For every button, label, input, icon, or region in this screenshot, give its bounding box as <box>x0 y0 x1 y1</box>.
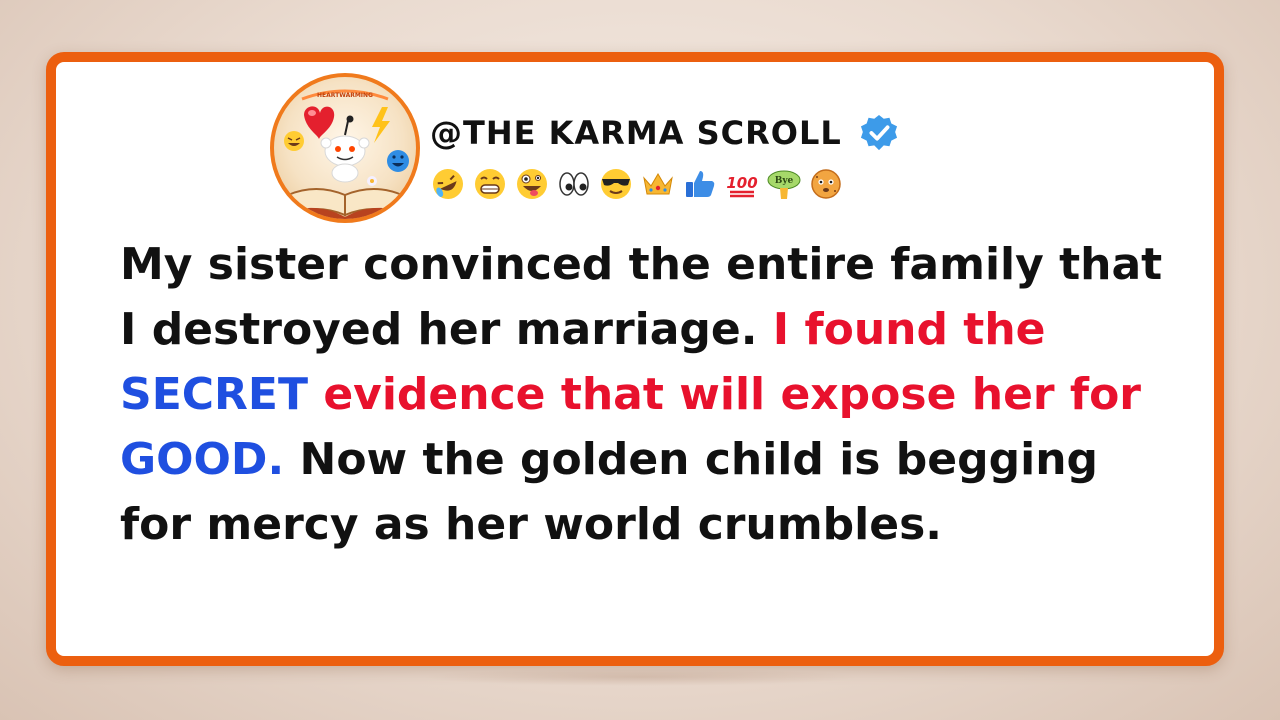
headline-part-2: I found the <box>772 304 1046 355</box>
headline-part-3: SECRET <box>120 369 308 420</box>
headline-part-4: evidence that will expose her for <box>308 369 1141 420</box>
rolling-laughing-emoji-icon <box>433 169 463 199</box>
emoji-strip: 100 Bye <box>430 166 844 202</box>
grinning-teeth-emoji-icon <box>475 169 505 199</box>
cookie-face-emoji-icon <box>811 169 841 199</box>
verified-badge-icon <box>860 114 897 151</box>
sunglasses-face-emoji-icon <box>601 169 631 199</box>
eyes-emoji-icon <box>559 172 589 196</box>
channel-header: @THE KARMA SCROLL <box>430 112 898 154</box>
story-headline: My sister convinced the entire family th… <box>120 232 1180 557</box>
card-shadow <box>420 668 860 686</box>
avatar-banner-text: HEARTWARMING <box>317 92 373 99</box>
svg-text:100: 100 <box>726 174 757 192</box>
hundred-points-emoji-icon: 100 <box>726 174 758 198</box>
thumbs-up-emoji-icon <box>686 171 715 197</box>
channel-handle[interactable]: @THE KARMA SCROLL <box>430 114 842 152</box>
svg-text:Bye: Bye <box>775 176 794 186</box>
headline-part-5: GOOD. <box>120 434 285 485</box>
bye-emoji-icon: Bye <box>767 170 801 199</box>
reddit-mascot-book-icon: HEARTWARMING <box>284 89 409 219</box>
crown-emoji-icon <box>643 173 673 195</box>
zany-face-emoji-icon <box>517 169 547 199</box>
channel-avatar[interactable]: HEARTWARMING <box>270 73 420 223</box>
